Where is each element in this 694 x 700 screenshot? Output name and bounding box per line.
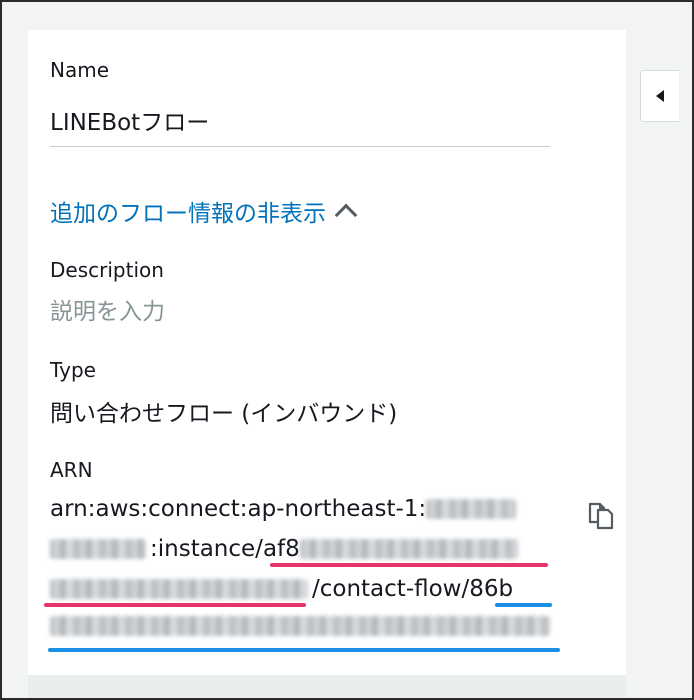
collapse-panel-button[interactable] [640,70,679,122]
arn-flow-segment: /contact-flow/ [312,576,470,602]
type-value: 問い合わせフロー (インバウンド) [50,401,398,427]
redacted-instance-id-2 [50,579,308,599]
arn-line-4 [50,616,550,636]
redacted-account-id-2 [50,539,146,559]
instance-id-underline-2 [44,603,306,607]
arn-label: ARN [50,458,93,482]
redacted-account-id [426,499,517,519]
hide-additional-info-toggle[interactable]: 追加のフロー情報の非表示 [50,194,358,228]
description-input[interactable] [50,294,550,330]
flow-id-underline-2 [48,648,560,652]
arn-instance-segment: :instance/ [150,536,263,562]
type-label: Type [50,358,96,382]
arn-line-1: arn:aws:connect:ap-northeast-1: [50,496,517,522]
redacted-flow-id [50,616,550,636]
arn-prefix: arn:aws:connect:ap-northeast-1: [50,496,427,522]
instance-id-underline [270,563,548,567]
arn-line-2: :instance/ af8 [50,536,518,562]
redacted-instance-id [299,539,518,559]
flow-id-underline [495,603,552,607]
name-label: Name [50,58,110,82]
side-area [632,30,692,700]
arn-line-3: /contact-flow/ 86b [50,576,513,602]
chevron-up-icon [334,203,358,227]
description-label: Description [50,258,164,282]
caret-left-icon [656,90,664,102]
panel-footer [28,675,626,700]
instance-id-start: af8 [262,536,300,562]
name-input[interactable] [50,94,550,147]
hide-additional-info-label: 追加のフロー情報の非表示 [50,201,326,227]
copy-icon[interactable] [586,498,616,530]
flow-id-start: 86b [469,576,514,602]
